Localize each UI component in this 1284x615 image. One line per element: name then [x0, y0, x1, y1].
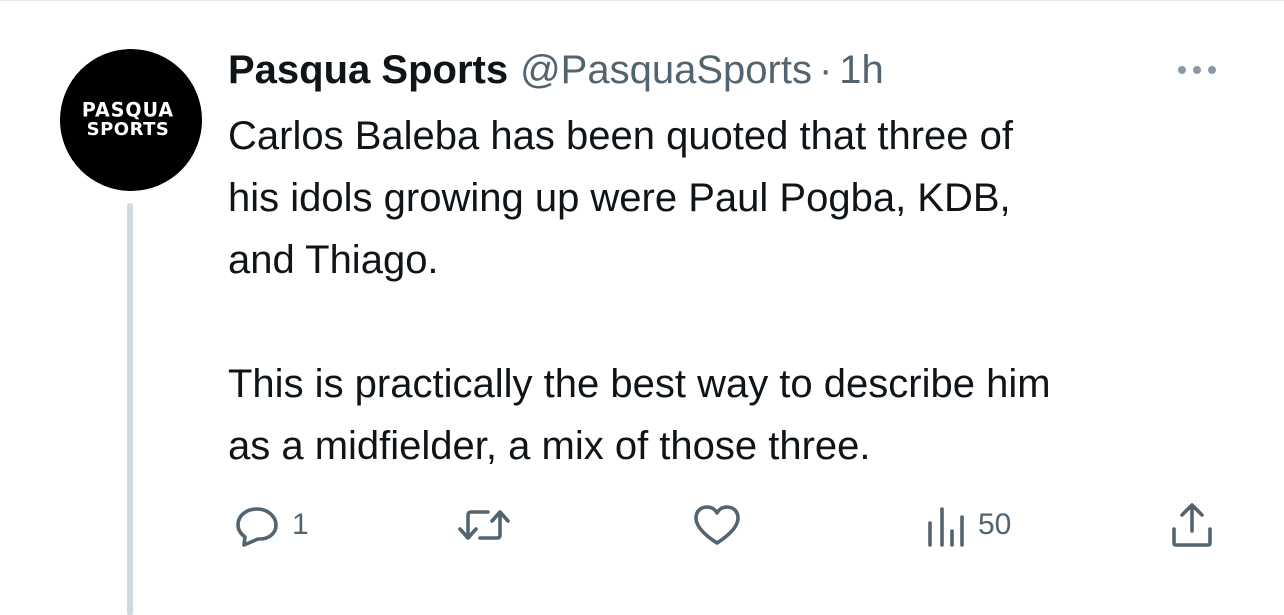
thread-connector-line [127, 203, 133, 615]
retweet-icon [454, 503, 514, 547]
reply-button[interactable]: 1 [228, 499, 309, 551]
share-icon [1166, 501, 1218, 549]
avatar[interactable]: PASQUA SPORTS [60, 49, 202, 191]
tweet-text: Carlos Baleba has been quoted that three… [228, 114, 1051, 468]
share-button[interactable] [1166, 499, 1218, 551]
avatar-logo-text-line2: SPORTS [86, 119, 170, 140]
views-icon [922, 503, 970, 547]
author-handle[interactable]: @PasquaSports [520, 48, 812, 93]
avatar-logo-text-line1: PASQUA [81, 98, 175, 122]
tweet-actions: 1 50 [228, 499, 1228, 551]
tweet-timestamp[interactable]: 1h [839, 48, 884, 93]
tweet[interactable]: PASQUA SPORTS Pasqua Sports @PasquaSport… [0, 0, 1284, 615]
like-button[interactable] [690, 499, 752, 551]
retweet-button[interactable] [454, 499, 522, 551]
tweet-header: Pasqua Sports @PasquaSports · 1h [228, 45, 884, 95]
author-display-name[interactable]: Pasqua Sports [228, 48, 508, 93]
reply-icon [228, 503, 284, 547]
heart-icon [690, 503, 744, 547]
header-separator: · [818, 47, 833, 92]
reply-count: 1 [292, 508, 309, 541]
more-horizontal-icon[interactable] [1172, 58, 1222, 82]
views-button[interactable]: 50 [922, 499, 1011, 551]
views-count: 50 [978, 508, 1012, 541]
